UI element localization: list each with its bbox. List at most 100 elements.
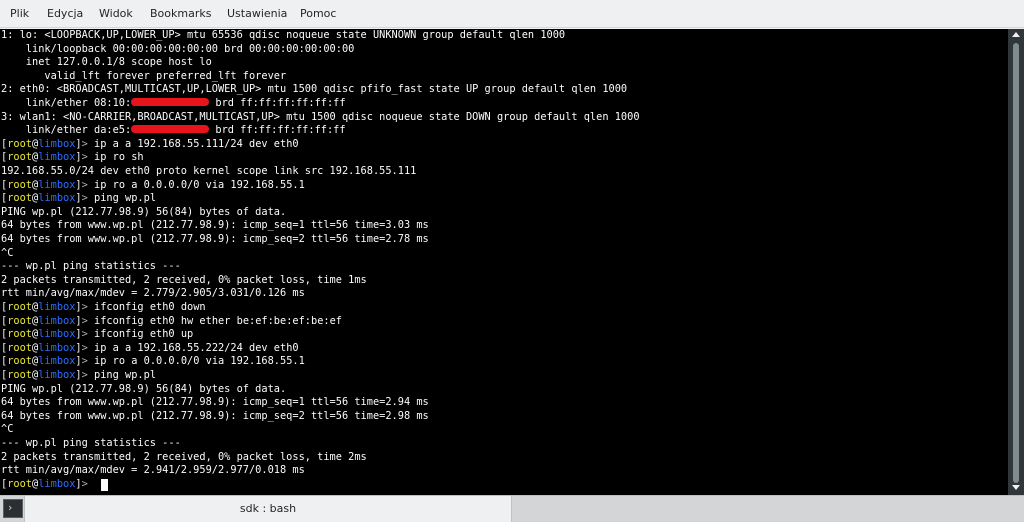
command-text: ip a a 192.168.55.111/24 dev eth0 [94,137,299,150]
prompt-arrow: > [81,178,88,191]
prompt-arrow: > [81,355,88,368]
prompt-user: root [7,137,33,150]
command-text: ip ro a 0.0.0.0/0 via 192.168.55.1 [94,178,305,191]
command-text: ip ro a 0.0.0.0/0 via 192.168.55.1 [94,355,305,368]
command-text: ifconfig eth0 up [94,328,194,341]
new-tab-button[interactable]: › [3,499,23,518]
prompt-arrow: > [81,341,88,354]
prompt-line: [root@limbox]> ifconfig eth0 hw ether be… [1,315,342,329]
prompt-user: root [7,328,33,341]
prompt-arrow: > [81,192,88,205]
prompt-host: limbox [38,192,76,205]
prompt-host: limbox [38,341,76,354]
output-text: brd ff:ff:ff:ff:ff:ff [209,97,346,109]
menu-bookmarks[interactable]: Bookmarks [148,0,213,28]
command-text: ip a a 192.168.55.222/24 dev eth0 [94,341,299,354]
output-line: 2 packets transmitted, 2 received, 0% pa… [1,273,367,286]
redaction-mark [131,98,210,106]
redaction-mark [131,125,210,134]
scroll-thumb[interactable] [1013,43,1019,483]
output-line: 64 bytes from www.wp.pl (212.77.98.9): i… [1,233,429,245]
output-text: brd ff:ff:ff:ff:ff:ff [209,124,346,137]
command-text: ifconfig eth0 down [94,301,206,313]
command-text: ip ro sh [94,151,144,164]
command-text: ping wp.pl [94,192,157,205]
prompt-user: root [7,192,33,205]
menu-ustawienia[interactable]: Ustawienia [225,0,289,28]
prompt-user: root [7,341,33,354]
prompt-user: root [7,477,33,490]
output-text: link/ether 08:10: [1,97,132,109]
output-line: 64 bytes from www.wp.pl (212.77.98.9): i… [1,409,429,422]
command-text: ifconfig eth0 hw ether be:ef:be:ef:be:ef [94,314,343,327]
output-line: 64 bytes from www.wp.pl (212.77.98.9): i… [1,396,429,409]
prompt-user: root [7,314,33,327]
menu-edycja[interactable]: Edycja [45,0,85,28]
tab-sdk-bash[interactable]: sdk : bash [24,496,512,522]
prompt-arrow: > [81,328,88,341]
output-line: rtt min/avg/max/mdev = 2.941/2.959/2.977… [1,464,305,477]
scroll-down-arrow-icon[interactable] [1012,485,1020,490]
prompt-line: [root@limbox]> ip ro a 0.0.0.0/0 via 192… [1,355,305,369]
tab-label: sdk : bash [239,502,297,515]
output-line: 192.168.55.0/24 dev eth0 proto kernel sc… [1,165,417,177]
prompt-host: limbox [38,137,76,150]
command-text: ping wp.pl [94,369,157,381]
prompt-line: [root@limbox]> [1,478,94,492]
output-line: link/ether da:e5: brd ff:ff:ff:ff:ff:ff [1,124,346,138]
prompt-line: [root@limbox]> ip a a 192.168.55.111/24 … [1,138,299,152]
menu-widok[interactable]: Widok [97,0,135,28]
output-line: --- wp.pl ping statistics --- [1,260,181,273]
menu-plik[interactable]: Plik [8,0,31,28]
prompt-host: limbox [38,178,76,191]
prompt-line: [root@limbox]> ip ro sh [1,151,144,165]
text-cursor [101,478,108,491]
prompt-host: limbox [38,328,76,341]
terminal-output[interactable]: 1: lo: <LOOPBACK,UP,LOWER_UP> mtu 65536 … [0,29,1008,495]
new-tab-icon: › [8,501,13,514]
output-line: 1: lo: <LOOPBACK,UP,LOWER_UP> mtu 65536 … [1,29,566,41]
prompt-line: [root@limbox]> ifconfig eth0 down [1,301,206,315]
output-line: --- wp.pl ping statistics --- [1,437,181,449]
output-line: inet 127.0.0.1/8 scope host lo [1,56,212,69]
output-line: PING wp.pl (212.77.98.9) 56(84) bytes of… [1,382,287,395]
output-line: link/loopback 00:00:00:00:00:00 brd 00:0… [1,42,355,55]
terminal-scrollbar[interactable] [1008,29,1024,495]
output-line: 2: eth0: <BROADCAST,MULTICAST,UP,LOWER_U… [1,83,628,96]
prompt-line: [root@limbox]> ping wp.pl [1,192,156,206]
output-line: link/ether 08:10: brd ff:ff:ff:ff:ff:ff [1,97,346,111]
prompt-line: [root@limbox]> ip ro a 0.0.0.0/0 via 192… [1,179,305,193]
output-line: rtt min/avg/max/mdev = 2.779/2.905/3.031… [1,287,305,300]
prompt-user: root [7,151,33,164]
output-line: ^C [1,423,14,436]
output-line: 2 packets transmitted, 2 received, 0% pa… [1,450,367,463]
prompt-arrow: > [81,301,88,313]
prompt-arrow: > [81,137,88,150]
prompt-user: root [7,301,33,313]
menu-pomoc[interactable]: Pomoc [298,0,338,28]
output-text: link/ether da:e5: [1,124,132,137]
prompt-host: limbox [38,151,76,164]
output-line: PING wp.pl (212.77.98.9) 56(84) bytes of… [1,205,287,218]
menu-bar: Plik Edycja Widok Bookmarks Ustawienia P… [0,0,1024,28]
prompt-arrow: > [81,314,88,327]
prompt-host: limbox [38,301,76,313]
prompt-user: root [7,355,33,368]
output-line: 3: wlan1: <NO-CARRIER,BROADCAST,MULTICAS… [1,110,640,123]
output-line: ^C [1,246,14,259]
prompt-host: limbox [38,477,76,490]
prompt-host: limbox [38,355,76,368]
prompt-line: [root@limbox]> ping wp.pl [1,369,156,383]
prompt-host: limbox [38,369,76,381]
prompt-user: root [7,369,33,381]
prompt-user: root [7,178,33,191]
prompt-host: limbox [38,314,76,327]
prompt-arrow: > [81,477,88,490]
prompt-line: [root@limbox]> ip a a 192.168.55.222/24 … [1,342,299,356]
prompt-arrow: > [81,151,88,164]
scroll-up-arrow-icon[interactable] [1012,32,1020,37]
prompt-line: [root@limbox]> ifconfig eth0 up [1,328,193,342]
output-line: 64 bytes from www.wp.pl (212.77.98.9): i… [1,219,429,232]
prompt-arrow: > [81,369,88,381]
tab-bar: › sdk : bash [0,495,1024,522]
